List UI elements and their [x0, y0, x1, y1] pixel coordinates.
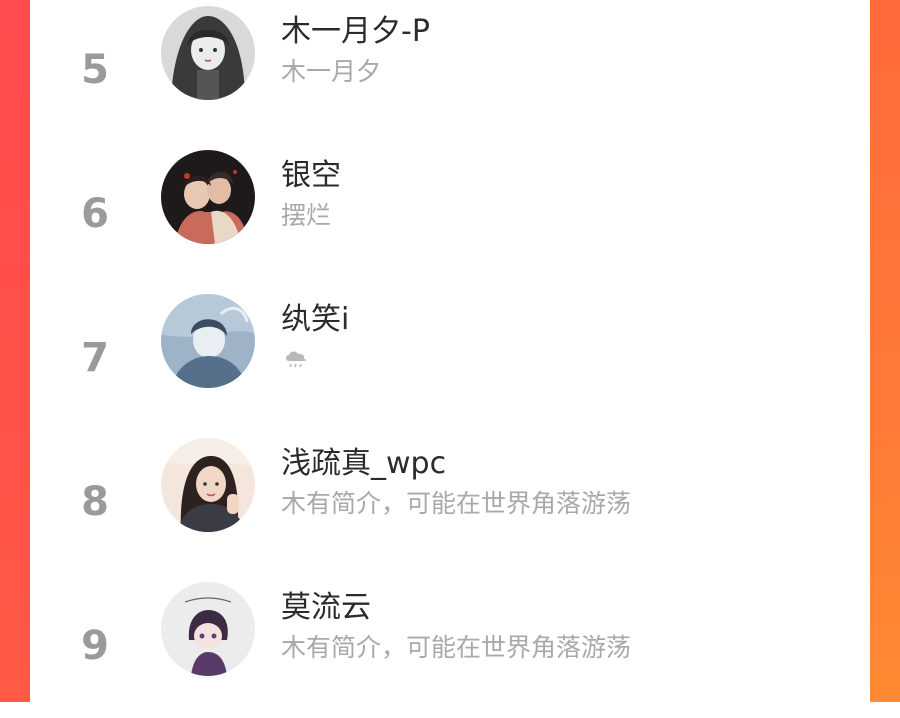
- user-bio: 木一月夕: [281, 57, 382, 86]
- ranking-list-panel: 5 木一月夕-P 木一月夕 6 银空 摆烂 7 纨笑i 8 浅疏真_wpc 木有…: [30, 0, 870, 702]
- list-item[interactable]: 5 木一月夕-P 木一月夕: [30, 0, 870, 142]
- user-name[interactable]: 莫流云: [281, 591, 371, 624]
- list-item[interactable]: 6 银空 摆烂: [30, 142, 870, 286]
- user-bio: 木有简介，可能在世界角落游荡: [281, 489, 632, 518]
- avatar[interactable]: [161, 6, 255, 100]
- rank-number: 6: [81, 191, 109, 237]
- avatar-couple-illustration-icon: [161, 150, 255, 244]
- user-bio: 摆烂: [281, 201, 332, 230]
- background-left-accent: [0, 0, 30, 702]
- avatar[interactable]: [161, 438, 255, 532]
- list-item[interactable]: 7 纨笑i: [30, 286, 870, 430]
- rank-number: 8: [81, 479, 109, 525]
- rank-number: 7: [81, 335, 109, 381]
- cloud-rain-icon: [286, 351, 307, 368]
- list-item[interactable]: 8 浅疏真_wpc 木有简介，可能在世界角落游荡: [30, 430, 870, 574]
- user-name[interactable]: 木一月夕-P: [281, 15, 430, 48]
- user-name[interactable]: 银空: [281, 159, 341, 192]
- avatar-photo-girl-waving-icon: [161, 438, 255, 532]
- avatar-blue-illustration-icon: [161, 294, 255, 388]
- avatar[interactable]: [161, 294, 255, 388]
- list-item[interactable]: 9 莫流云 木有简介，可能在世界角落游荡: [30, 574, 870, 718]
- rank-number: 5: [81, 47, 109, 93]
- avatar-chibi-character-icon: [161, 582, 255, 676]
- avatar[interactable]: [161, 582, 255, 676]
- user-bio: 木有简介，可能在世界角落游荡: [281, 633, 632, 662]
- user-name[interactable]: 纨笑i: [281, 303, 349, 336]
- rank-number: 9: [81, 623, 109, 669]
- avatar-dark-hair-girl-icon: [161, 6, 255, 100]
- avatar[interactable]: [161, 150, 255, 244]
- user-name[interactable]: 浅疏真_wpc: [281, 447, 446, 480]
- background-right-accent: [870, 0, 900, 702]
